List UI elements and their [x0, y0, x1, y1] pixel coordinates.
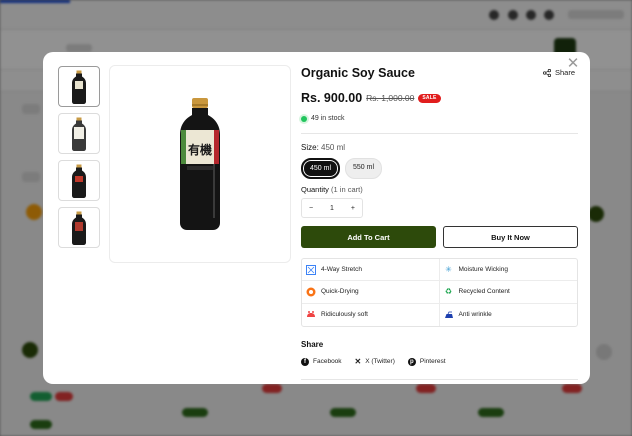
recycle-icon: ♻ — [444, 286, 453, 296]
feature-item: ✳ Moisture Wicking — [439, 259, 577, 282]
feature-label: Recycled Content — [458, 288, 510, 296]
stock-text: 49 in stock — [311, 115, 345, 122]
feature-item: Quick-Drying — [302, 281, 440, 304]
iron-icon — [444, 310, 454, 320]
share-label: Share — [554, 68, 575, 77]
stock-status: 49 in stock — [301, 115, 344, 122]
divider — [301, 133, 578, 134]
feature-label: Moisture Wicking — [458, 266, 508, 274]
feature-item: 4-Way Stretch — [302, 259, 440, 282]
share-icon — [542, 68, 551, 77]
divider — [301, 379, 578, 380]
compare-price: Rs. 1,000.00 — [366, 93, 415, 103]
share-links: f Facebook ✕ X (Twitter) p Pinterest — [301, 357, 446, 366]
bottle-label-text: 有機 — [188, 142, 212, 157]
bottle-thumb-image — [72, 70, 86, 104]
add-to-cart-button[interactable]: Add To Cart — [301, 226, 436, 248]
quantity-value[interactable]: 1 — [330, 205, 334, 212]
quick-dry-icon — [306, 287, 316, 297]
moisture-icon: ✳ — [445, 264, 452, 274]
pinterest-icon: p — [407, 357, 416, 366]
quantity-decrease-button[interactable]: − — [309, 205, 313, 212]
buy-now-button[interactable]: Buy It Now — [443, 226, 578, 248]
share-link-label: Facebook — [313, 358, 342, 365]
in-stock-dot-icon — [301, 115, 307, 122]
soy-sauce-bottle-image: 有機 — [180, 98, 220, 230]
thumbnail-2[interactable] — [58, 113, 100, 154]
share-x-link[interactable]: ✕ X (Twitter) — [355, 357, 395, 366]
size-options: 450 ml 550 ml — [301, 158, 383, 179]
size-label: Size: 450 ml — [301, 143, 345, 152]
bottle-thumb-image — [72, 211, 86, 245]
feature-item: Anti wrinkle — [440, 304, 578, 326]
share-button[interactable]: Share — [542, 68, 575, 77]
facebook-icon: f — [301, 357, 309, 366]
current-price: Rs. 900.00 — [301, 91, 363, 105]
quantity-label: Quantity (1 in cart) — [301, 185, 363, 194]
share-link-label: Pinterest — [419, 358, 446, 365]
size-label-text: Size: — [301, 143, 319, 152]
share-facebook-link[interactable]: f Facebook — [301, 357, 342, 366]
share-link-label: X (Twitter) — [365, 358, 395, 365]
quick-view-modal: ✕ 有機 Organic Soy Sauce Share Rs. 900.00 … — [43, 52, 590, 384]
feature-label: 4-Way Stretch — [321, 266, 362, 274]
features-grid: 4-Way Stretch ✳ Moisture Wicking Quick-D… — [301, 258, 578, 327]
feature-item: Ridiculously soft — [302, 303, 440, 326]
size-selected-value: 450 ml — [321, 143, 346, 152]
bottle-thumb-image — [72, 117, 86, 151]
x-icon: ✕ — [354, 357, 362, 366]
quantity-increase-button[interactable]: + — [351, 205, 355, 212]
product-title: Organic Soy Sauce — [301, 66, 415, 80]
quantity-in-cart: (1 in cart) — [331, 185, 363, 194]
thumbnail-list — [58, 66, 100, 254]
thumbnail-1[interactable] — [58, 66, 100, 107]
price-row: Rs. 900.00 Rs. 1,000.00 SALE — [301, 91, 441, 105]
feature-label: Anti wrinkle — [458, 311, 492, 319]
bottle-thumb-image — [72, 164, 86, 198]
feature-item: ♻ Recycled Content — [439, 281, 577, 304]
size-option-450ml[interactable]: 450 ml — [301, 158, 341, 179]
main-product-image[interactable]: 有機 — [109, 65, 291, 263]
soft-icon — [306, 310, 316, 320]
feature-label: Quick-Drying — [321, 288, 359, 296]
feature-label: Ridiculously soft — [321, 311, 368, 319]
share-pinterest-link[interactable]: p Pinterest — [407, 357, 446, 366]
share-heading: Share — [301, 340, 324, 349]
thumbnail-3[interactable] — [58, 160, 100, 201]
product-info: Organic Soy Sauce Share Rs. 900.00 Rs. 1… — [301, 52, 578, 384]
size-option-550ml[interactable]: 550 ml — [345, 158, 383, 179]
thumbnail-4[interactable] — [58, 207, 100, 248]
quantity-stepper: − 1 + — [301, 198, 363, 218]
stretch-icon — [306, 264, 316, 275]
sale-badge: SALE — [418, 93, 441, 103]
quantity-label-text: Quantity — [301, 185, 329, 194]
